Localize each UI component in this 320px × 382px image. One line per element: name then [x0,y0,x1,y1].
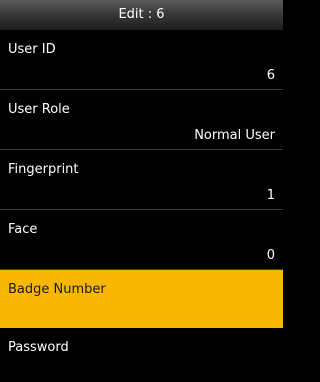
field-label: Password [8,340,69,355]
field-label: User ID [8,42,56,57]
field-label: Fingerprint [8,162,79,177]
field-face[interactable]: Face 0 [0,210,283,270]
field-user-id[interactable]: User ID 6 [0,30,283,90]
field-value: 1 [266,188,275,203]
page-title: Edit : 6 [118,7,165,22]
field-label: Badge Number [8,282,106,297]
field-label: Face [8,222,38,237]
field-value: 6 [266,68,275,83]
field-value: 0 [266,248,275,263]
field-password[interactable]: Password [0,328,283,382]
title-bar: Edit : 6 [0,0,283,30]
field-label: User Role [8,102,70,117]
field-user-role[interactable]: User Role Normal User [0,90,283,150]
field-value: Normal User [194,128,275,143]
edit-user-screen: Edit : 6 User ID 6 User Role Normal User… [0,0,283,382]
field-badge-number[interactable]: Badge Number [0,270,283,328]
field-list: User ID 6 User Role Normal User Fingerpr… [0,30,283,382]
field-fingerprint[interactable]: Fingerprint 1 [0,150,283,210]
